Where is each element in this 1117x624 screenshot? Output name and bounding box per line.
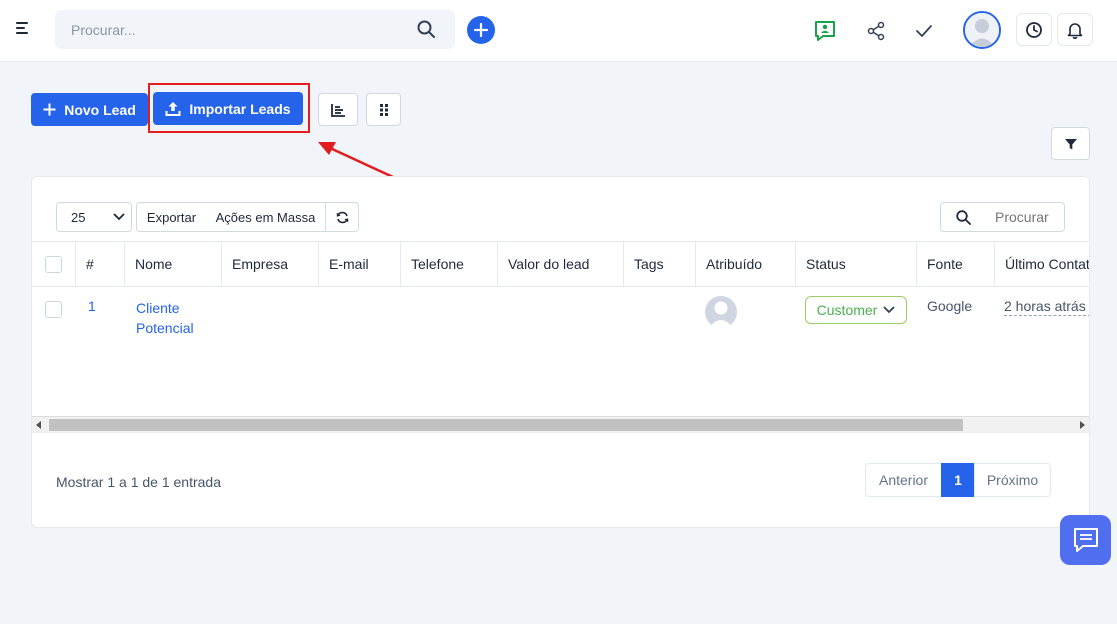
export-label: Exportar <box>146 209 197 225</box>
page-size-select[interactable]: 25 <box>56 202 132 232</box>
col-header-email[interactable]: E-mail <box>319 242 401 286</box>
refresh-button[interactable] <box>325 202 359 232</box>
global-search <box>55 10 455 49</box>
col-header-name[interactable]: Nome <box>125 242 222 286</box>
leads-panel: 25 Exportar Ações em Massa # Nome Empres… <box>31 176 1090 528</box>
new-lead-label: Novo Lead <box>64 101 136 118</box>
bell-icon <box>1067 22 1083 39</box>
table-search-input[interactable] <box>985 202 1065 232</box>
import-leads-label: Importar Leads <box>189 100 291 117</box>
pagination-next-label: Próximo <box>986 472 1039 488</box>
select-all-cell <box>32 242 76 286</box>
import-leads-button[interactable]: Importar Leads <box>153 92 303 125</box>
pagination-summary: Mostrar 1 a 1 de 1 entrada <box>56 474 221 490</box>
chat-widget-button[interactable] <box>1060 515 1111 565</box>
scroll-right-arrow-icon <box>1080 421 1085 429</box>
filter-icon <box>1064 138 1077 149</box>
pagination-page-1[interactable]: 1 <box>941 463 975 497</box>
search-icon[interactable] <box>417 20 435 41</box>
upload-icon <box>165 101 181 116</box>
col-header-company[interactable]: Empresa <box>222 242 319 286</box>
row-last-contact: 2 horas atrás <box>1004 298 1089 316</box>
bulk-actions-button[interactable]: Ações em Massa <box>206 202 326 232</box>
search-icon <box>955 209 971 225</box>
pagination-page-label: 1 <box>954 472 962 488</box>
share-icon[interactable] <box>863 18 889 44</box>
scroll-left-arrow-icon <box>36 421 41 429</box>
history-button[interactable] <box>1016 13 1052 46</box>
pagination-previous-label: Anterior <box>878 472 929 488</box>
user-avatar[interactable] <box>963 11 1001 49</box>
status-value: Customer <box>816 302 878 318</box>
table-search-button[interactable] <box>940 202 986 232</box>
col-header-id[interactable]: # <box>76 242 125 286</box>
notifications-button[interactable] <box>1057 13 1093 46</box>
chevron-down-icon <box>883 306 895 314</box>
col-header-lead-value[interactable]: Valor do lead <box>498 242 624 286</box>
page-size-value: 25 <box>71 209 86 225</box>
row-checkbox[interactable] <box>45 301 62 318</box>
export-button[interactable]: Exportar <box>136 202 207 232</box>
filter-button[interactable] <box>1051 127 1090 160</box>
refresh-icon <box>336 211 348 223</box>
row-id-link[interactable]: 1 <box>88 298 96 314</box>
new-lead-button[interactable]: Novo Lead <box>31 93 148 126</box>
menu-icon[interactable] <box>16 22 34 38</box>
col-header-status[interactable]: Status <box>796 242 917 286</box>
assigned-avatar <box>705 296 737 328</box>
col-header-assigned[interactable]: Atribuído <box>696 242 796 286</box>
pagination-previous[interactable]: Anterior <box>865 463 942 497</box>
chevron-down-icon <box>113 213 125 221</box>
bulk-actions-label: Ações em Massa <box>215 209 316 225</box>
row-name-link[interactable]: Cliente Potencial <box>136 298 208 338</box>
chat-bubble-icon <box>1073 528 1098 552</box>
kanban-view-button[interactable] <box>318 93 358 126</box>
scrollbar-thumb[interactable] <box>49 419 963 431</box>
col-header-source[interactable]: Fonte <box>917 242 995 286</box>
col-header-tags[interactable]: Tags <box>624 242 696 286</box>
plus-icon <box>43 103 56 116</box>
clock-icon <box>1026 21 1042 38</box>
status-dropdown[interactable]: Customer <box>805 296 907 324</box>
chat-user-icon[interactable] <box>812 18 838 44</box>
chart-icon <box>331 103 345 117</box>
grid-view-button[interactable] <box>366 93 401 126</box>
row-source: Google <box>927 298 973 314</box>
table-header: # Nome Empresa E-mail Telefone Valor do … <box>32 241 1089 287</box>
add-icon[interactable] <box>467 16 495 44</box>
horizontal-scrollbar[interactable] <box>32 416 1089 433</box>
global-search-input[interactable] <box>55 10 415 49</box>
pagination-next[interactable]: Próximo <box>974 463 1051 497</box>
col-header-last-contact[interactable]: Último Contato <box>995 242 1089 286</box>
select-all-checkbox[interactable] <box>45 255 62 273</box>
top-bar <box>0 0 1117 62</box>
check-icon[interactable] <box>911 18 937 44</box>
col-header-phone[interactable]: Telefone <box>401 242 498 286</box>
grid-dots-icon <box>379 103 388 116</box>
